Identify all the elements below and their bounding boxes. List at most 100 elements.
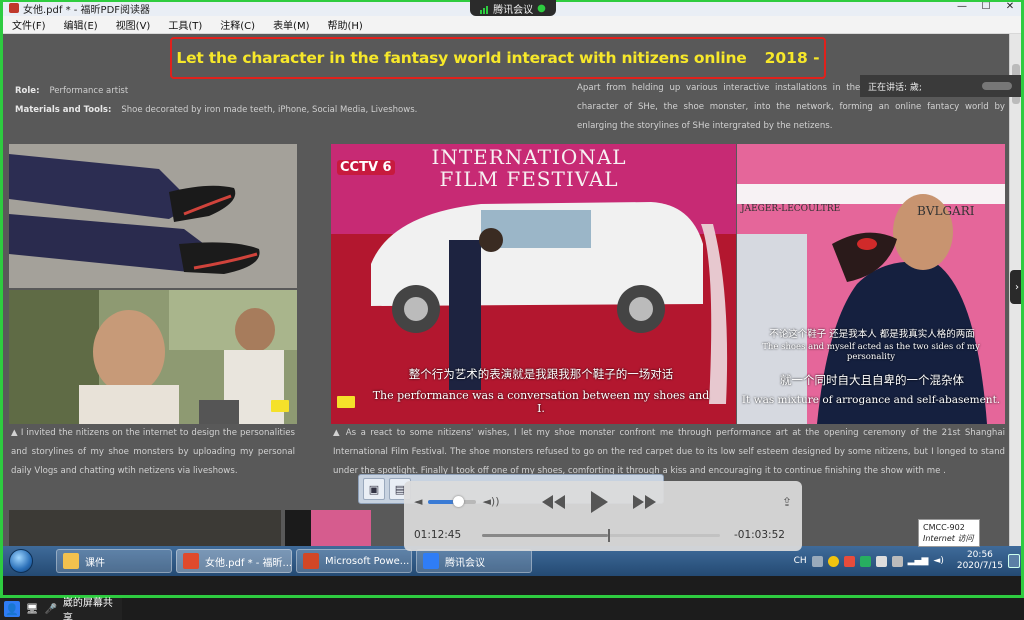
headline-box: Let the character in the fantasy world i… [170,37,826,79]
speaker-indicator: 正在讲话: 歲; [860,75,1024,97]
screen-share-bar: 👤 🖥 🎤 崴的屏幕共享 [0,598,122,620]
task-label: 腾讯会议 [445,557,485,569]
volume-low-icon[interactable]: ◄ [414,495,422,508]
rewind-icon[interactable] [540,493,566,511]
subtitle-en-1: The performance was a conversation betwe… [372,389,710,415]
task-pdf[interactable]: 女他.pdf * - 福昕... [176,549,292,573]
maximize-button[interactable]: ☐ [979,1,993,12]
seek-fill [482,534,609,537]
volume-control: ◄ ◄)) [414,495,500,508]
shoe-photo [9,144,297,288]
subtitle-en-3: The shoes and myself acted as the two si… [762,342,980,362]
remaining-time: -01:03:52 [734,529,785,541]
elapsed-time: 01:12:45 [414,529,462,541]
seek-bar[interactable] [482,529,720,542]
meeting-label: 腾讯会议 [493,4,534,16]
network-icon[interactable]: ▂▄▆ [908,556,929,566]
seek-knob[interactable] [608,529,611,542]
window-controls: — ☐ ✕ [955,1,1017,12]
sponsor-1: JAEGER-LECOULTRE [741,204,841,214]
subtitle-cn-2: 就一个同时自大且自卑的一个混杂体 [780,373,964,387]
meeting-bottom-strip [0,576,1024,598]
role-label: Role: [15,86,40,96]
show-desktop-icon[interactable] [1008,554,1020,568]
share-label: 崴的屏幕共享 [62,598,113,620]
menu-view[interactable]: 视图(V) [107,17,160,32]
speaker-avatars [981,82,1012,90]
signal-icon [480,3,489,14]
clock-time: 20:56 [966,550,993,560]
network-tooltip: CMCC-902 Internet 访问 [918,519,980,547]
play-icon[interactable] [588,489,610,515]
clock[interactable]: 20:56 2020/7/15 [957,550,1003,572]
volume-high-icon[interactable]: ◄)) [482,495,499,508]
system-tray: CH ▂▄▆ ◄) 20:56 2020/7/15 [794,546,1020,576]
materials-label: Materials and Tools: [15,105,112,115]
keyboard-icon[interactable] [811,555,823,567]
menu-edit[interactable]: 编辑(E) [55,17,107,32]
volume-slider[interactable] [428,495,477,507]
menu-help[interactable]: 帮助(H) [319,17,372,32]
media-controller: ◄ ◄)) ⇪ 01:12:45 -01:03:52 [404,481,802,551]
menu-form[interactable]: 表单(M) [264,17,318,32]
bottom-photo-left [9,510,281,546]
pdf-page[interactable]: Let the character in the fantasy world i… [3,34,1009,546]
folder-icon [63,553,79,569]
start-button[interactable] [2,547,40,575]
menu-tools[interactable]: 工具(T) [159,17,211,32]
right-caption: ▲ As a react to some nitizens' wishes, I… [333,428,1005,476]
menu-file[interactable]: 文件(F) [3,17,55,32]
left-caption: ▲ I invited the nitizens on the internet… [11,428,295,476]
subtitle-cn-3: 不论这个鞋子 还是我本人 都是我真实人格的两面 [769,329,975,340]
user-icon[interactable]: 👤 [4,601,20,617]
chevron-right-icon: › [1015,281,1019,293]
mic-icon: ● [537,2,546,14]
language-indicator[interactable]: CH [794,556,807,566]
sponsor-2: BVLGARI [917,204,975,218]
kiss-photo: JAEGER-LECOULTRE BVLGARI 不论这个鞋子 还是我本人 都是… [737,144,1005,424]
mic-icon[interactable]: 🎤 [44,604,56,615]
save-icon[interactable]: ▣ [363,478,385,500]
cctv-logo: CCTV 6 [337,160,395,175]
network-name: CMCC-902 [923,523,965,532]
printer-icon[interactable] [891,555,903,567]
pdf-app-icon [183,553,199,569]
task-meeting[interactable]: 腾讯会议 [416,549,532,573]
comment-icon-2[interactable] [337,396,355,408]
powerpoint-icon [303,553,319,569]
task-powerpoint[interactable]: Microsoft Powe... [296,549,412,573]
network-status: Internet 访问 [923,534,974,543]
fast-forward-icon[interactable] [632,493,658,511]
screen: 女他.pdf * - 福昕PDF阅读器 — ☐ ✕ 腾讯会议 ● 文件(F) 编… [0,0,1024,620]
window-title: 女他.pdf * - 福昕PDF阅读器 [23,4,151,16]
flag-icon[interactable] [843,555,855,567]
shield-icon[interactable] [859,555,871,567]
comment-icon[interactable] [271,400,289,412]
clock-date: 2020/7/15 [956,561,1003,571]
role-line: Role: Performance artist [15,86,128,96]
app-tray-icon[interactable] [827,555,839,567]
volume-knob[interactable] [453,495,465,507]
side-panel-toggle[interactable]: › [1010,270,1024,304]
close-button[interactable]: ✕ [1003,1,1017,12]
meeting-app-icon [423,553,439,569]
minimize-button[interactable]: — [955,1,969,12]
share-icon[interactable]: ⇪ [782,495,792,509]
vlog-photo-art [9,290,297,424]
usb-icon[interactable] [875,555,887,567]
subtitle-cn-1: 整个行为艺术的表演就是我跟我那个鞋子的一场对话 [408,367,674,381]
role-value: Performance artist [49,86,129,96]
menu-comment[interactable]: 注释(C) [211,17,264,32]
meeting-indicator[interactable]: 腾讯会议 ● [470,0,556,16]
screen-share-icon[interactable]: 🖥 [26,604,39,615]
speaker-icon[interactable]: ◄) [933,556,943,566]
pdf-reader-icon [9,3,19,13]
transport-controls [540,489,658,515]
materials-line: Materials and Tools: Shoe decorated by ir… [15,105,417,115]
bottom-photo-pink [311,510,371,546]
task-label: 女他.pdf * - 福昕... [205,557,292,569]
speaker-label: 正在讲话: 歲; [868,82,922,93]
festival-banner: INTERNATIONAL FILM FESTIVAL [431,145,627,191]
task-folder[interactable]: 课件 [56,549,172,573]
task-label: Microsoft Powe... [325,555,410,567]
